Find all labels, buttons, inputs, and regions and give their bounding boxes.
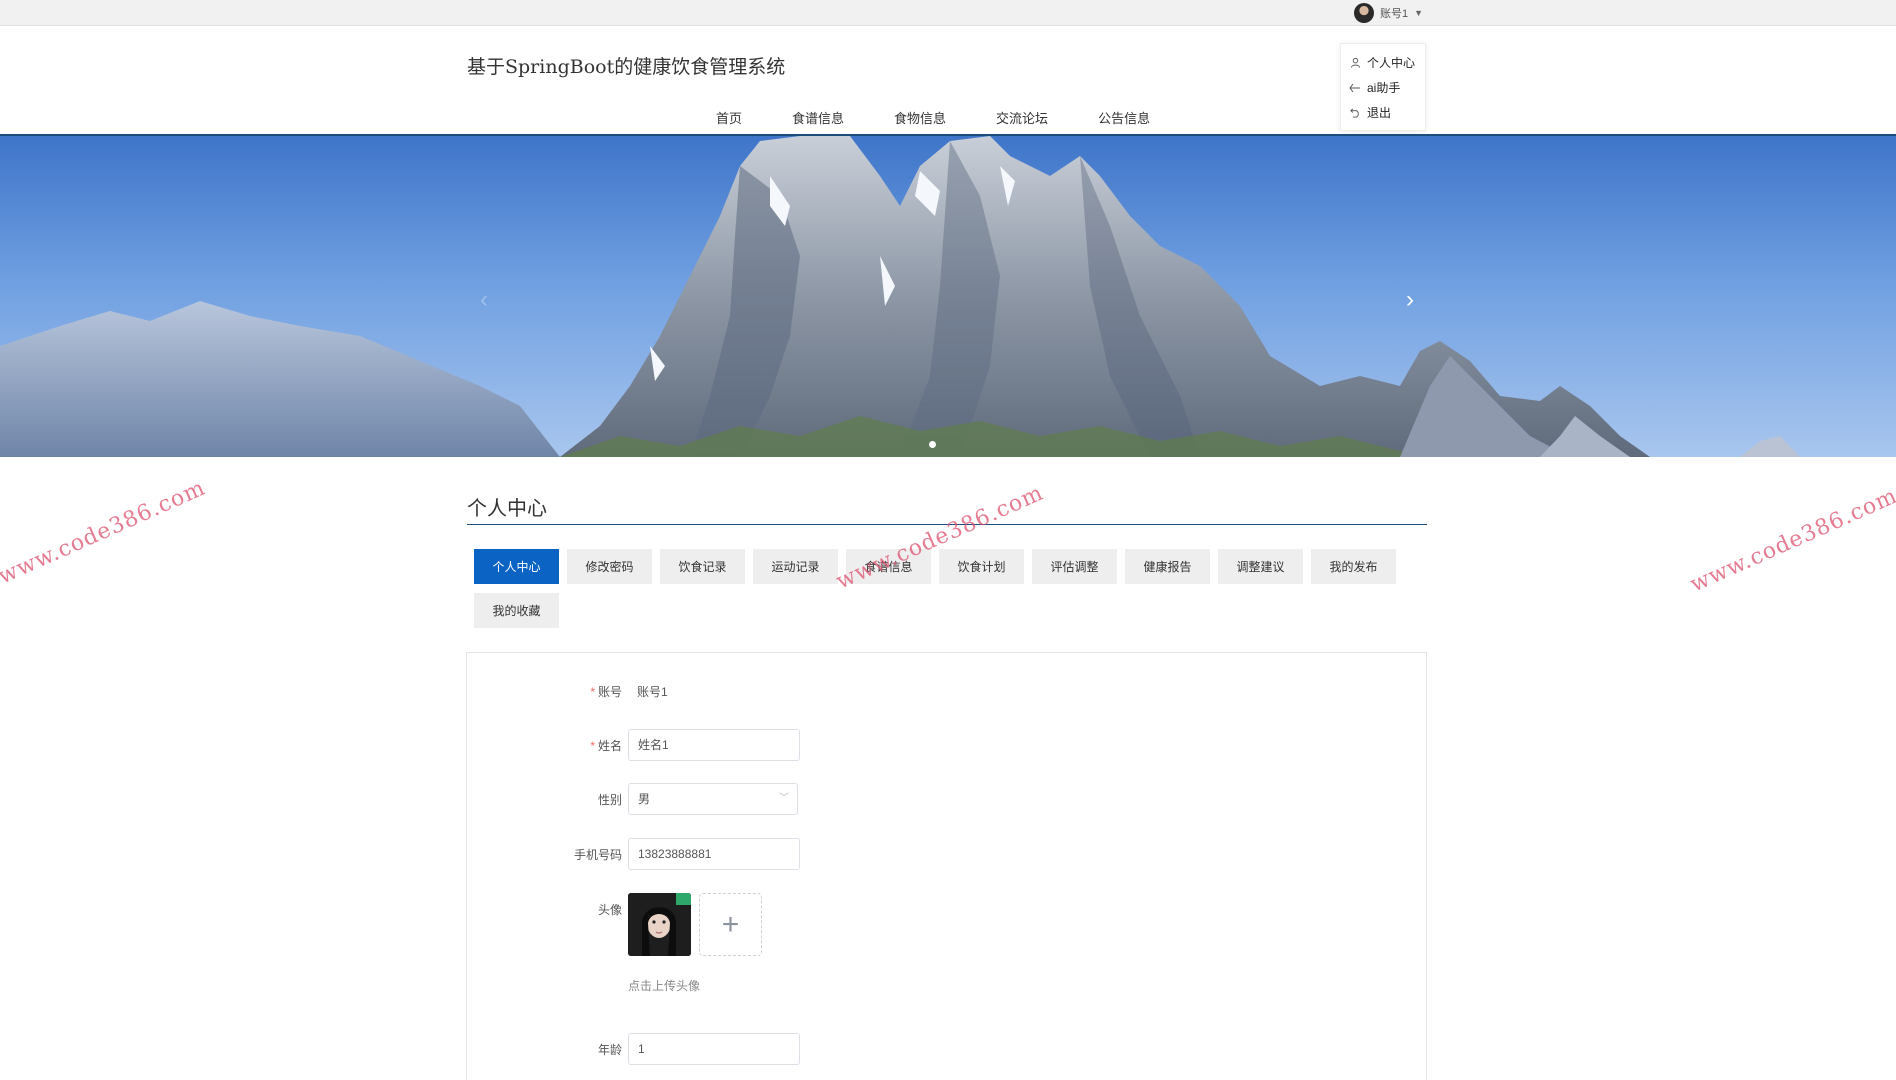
- avatar-row: 头像 +: [467, 893, 1428, 957]
- avatar-upload-button[interactable]: +: [699, 893, 762, 956]
- phone-input[interactable]: 13823888881: [628, 838, 800, 870]
- watermark: www.code386.com: [0, 475, 210, 590]
- phone-row: 手机号码 13823888881: [467, 838, 1428, 870]
- account-name: 账号1: [1380, 8, 1409, 20]
- main-nav: 首页 食谱信息 食物信息 交流论坛 公告信息: [716, 108, 1200, 127]
- age-input[interactable]: 1: [628, 1033, 800, 1065]
- nav-notices[interactable]: 公告信息: [1098, 108, 1150, 127]
- dropdown-item-logout[interactable]: 退出: [1341, 100, 1425, 125]
- site-header: 基于SpringBoot的健康饮食管理系统 首页 食谱信息 食物信息 交流论坛 …: [0, 26, 1896, 136]
- tab-change-password[interactable]: 修改密码: [567, 549, 652, 584]
- dropdown-label: 个人中心: [1367, 56, 1416, 70]
- account-label: * 账号: [590, 685, 622, 699]
- tab-diet-records[interactable]: 饮食记录: [660, 549, 745, 584]
- page-title: 个人中心: [467, 496, 547, 520]
- gender-value: 男: [638, 792, 651, 806]
- profile-form: * 账号 账号1 * 姓名 姓名1 性别 男 ﹀ 手机号码 13823888881 …: [466, 652, 1427, 1080]
- avatar: [1354, 3, 1374, 23]
- tab-my-posts[interactable]: 我的发布: [1311, 549, 1396, 584]
- tab-my-favorites[interactable]: 我的收藏: [474, 593, 559, 628]
- account-dropdown: 个人中心 ai助手 退出: [1340, 43, 1426, 131]
- logout-icon: [1349, 107, 1361, 119]
- dropdown-label: 退出: [1367, 106, 1392, 120]
- nav-foods[interactable]: 食物信息: [894, 108, 946, 127]
- chevron-down-icon: ﹀: [779, 793, 789, 804]
- prev-slide-button[interactable]: ‹: [470, 286, 498, 314]
- avatar-upload-hint: 点击上传头像: [628, 979, 701, 993]
- next-slide-button[interactable]: ›: [1396, 286, 1424, 314]
- tab-suggestions[interactable]: 调整建议: [1218, 549, 1303, 584]
- back-arrow-icon: [1349, 82, 1361, 94]
- name-input[interactable]: 姓名1: [628, 729, 800, 761]
- age-label: 年龄: [597, 1043, 622, 1057]
- tab-assessment[interactable]: 评估调整: [1032, 549, 1117, 584]
- phone-label: 手机号码: [573, 848, 622, 862]
- dropdown-label: ai助手: [1367, 81, 1401, 95]
- tab-health-report[interactable]: 健康报告: [1125, 549, 1210, 584]
- avatar-label: 头像: [597, 903, 622, 917]
- account-value: 账号1: [637, 685, 668, 699]
- banner-carousel: ‹ ›: [0, 136, 1896, 457]
- nav-home[interactable]: 首页: [716, 108, 742, 127]
- avatar-preview: [628, 893, 691, 956]
- mountain-image: [0, 136, 1800, 457]
- account-row: * 账号 账号1: [467, 675, 1428, 707]
- nav-recipes[interactable]: 食谱信息: [792, 108, 844, 127]
- tab-profile[interactable]: 个人中心: [474, 549, 559, 584]
- site-title: 基于SpringBoot的健康饮食管理系统: [467, 56, 786, 78]
- nav-forum[interactable]: 交流论坛: [996, 108, 1048, 127]
- user-icon: [1349, 57, 1361, 69]
- watermark: www.code386.com: [1686, 483, 1896, 598]
- name-row: * 姓名 姓名1: [467, 729, 1428, 761]
- caret-down-icon: ▼: [1414, 8, 1424, 18]
- carousel-indicator[interactable]: [929, 441, 936, 448]
- tab-exercise-records[interactable]: 运动记录: [753, 549, 838, 584]
- plus-icon: +: [721, 907, 740, 941]
- top-bar: 账号1 ▼: [0, 0, 1896, 26]
- name-label: * 姓名: [590, 739, 622, 753]
- profile-tabs: 个人中心 修改密码 饮食记录 运动记录 食谱信息 饮食计划 评估调整 健康报告 …: [474, 549, 1414, 628]
- dropdown-item-profile[interactable]: 个人中心: [1341, 50, 1425, 75]
- gender-row: 性别 男 ﹀: [467, 783, 1428, 815]
- gender-label: 性别: [597, 793, 622, 807]
- tab-diet-plan[interactable]: 饮食计划: [939, 549, 1024, 584]
- avatar-hint-row: 点击上传头像: [467, 977, 1428, 1009]
- gender-select[interactable]: 男 ﹀: [628, 783, 798, 815]
- age-row: 年龄 1: [467, 1033, 1428, 1065]
- dropdown-item-ai[interactable]: ai助手: [1341, 75, 1425, 100]
- account-menu[interactable]: 账号1 ▼: [1354, 2, 1423, 24]
